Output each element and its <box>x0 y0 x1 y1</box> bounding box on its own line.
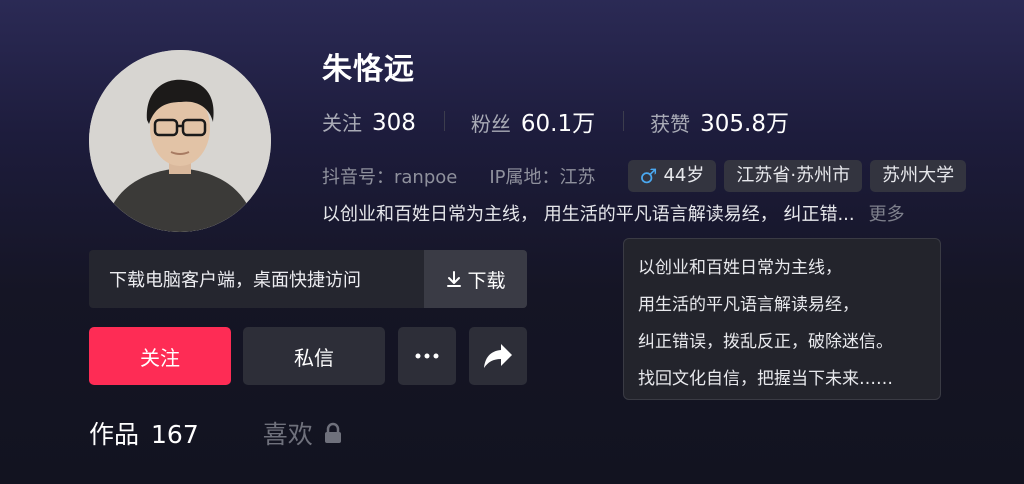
bio-preview-text: 以创业和百姓日常为主线， 用生活的平凡语言解读易经， 纠正错... <box>322 204 855 225</box>
stat-divider <box>623 111 625 131</box>
profile-name: 朱恪远 <box>322 52 415 87</box>
ip-location: IP属地：江苏 <box>489 167 596 188</box>
share-arrow-icon <box>484 344 512 368</box>
location-tag: 江苏省·苏州市 <box>724 160 863 192</box>
tab-likes[interactable]: 喜欢 <box>263 415 343 451</box>
stat-divider <box>443 111 445 131</box>
tab-works-label: 作品 <box>89 420 140 449</box>
age-tag: ♂ 44岁 <box>627 160 717 192</box>
ellipsis-icon <box>415 353 439 359</box>
stat-following[interactable]: 关注 308 <box>322 107 416 136</box>
download-button[interactable]: 下载 <box>424 250 527 308</box>
school-tag: 苏州大学 <box>870 160 967 192</box>
stat-followers-value: 60.1万 <box>520 111 596 137</box>
stat-likes-received: 获赞 305.8万 <box>650 104 789 138</box>
bio-popover-line: 用生活的平凡语言解读易经， <box>638 295 859 315</box>
age-label: 44岁 <box>663 165 705 186</box>
tab-likes-label: 喜欢 <box>262 420 313 449</box>
avatar[interactable] <box>89 50 271 232</box>
douyin-id: 抖音号：ranpoe <box>322 167 458 188</box>
download-banner-text: 下载电脑客户端，桌面快捷访问 <box>109 270 361 291</box>
bio-popover-line: 找回文化自信，把握当下未来…… <box>638 369 893 389</box>
avatar-portrait-image <box>89 50 271 232</box>
bio-popover-line: 纠正错误，拨乱反正，破除迷信。 <box>638 332 893 352</box>
message-button[interactable]: 私信 <box>243 327 385 385</box>
stat-following-value: 308 <box>372 109 416 136</box>
profile-tabs: 作品 167 喜欢 <box>89 416 343 450</box>
more-button[interactable] <box>398 327 456 385</box>
bio-preview: 以创业和百姓日常为主线， 用生活的平凡语言解读易经， 纠正错... 更多 <box>322 200 905 230</box>
tab-works-count: 167 <box>151 420 199 449</box>
download-icon <box>447 271 462 287</box>
stat-likes-label: 获赞 <box>650 112 691 136</box>
lock-icon <box>323 422 343 444</box>
download-label: 下载 <box>467 269 506 292</box>
share-button[interactable] <box>469 327 527 385</box>
bio-popover-line: 以创业和百姓日常为主线， <box>638 258 842 278</box>
tab-works[interactable]: 作品 167 <box>89 415 199 451</box>
bio-popover: 以创业和百姓日常为主线， 用生活的平凡语言解读易经， 纠正错误，拨乱反正，破除迷… <box>623 238 941 400</box>
stat-following-label: 关注 <box>322 110 362 135</box>
bio-more-link[interactable]: 更多 <box>869 204 905 225</box>
follow-button[interactable]: 关注 <box>89 327 231 385</box>
stat-likes-value: 305.8万 <box>700 111 789 137</box>
download-client-banner: 下载电脑客户端，桌面快捷访问 下载 <box>89 250 527 308</box>
profile-meta: 抖音号：ranpoe IP属地：江苏 ♂ 44岁 江苏省·苏州市 苏州大学 <box>322 160 974 192</box>
male-icon: ♂ <box>639 164 658 188</box>
stat-followers[interactable]: 粉丝 60.1万 <box>471 104 595 138</box>
profile-stats: 关注 308 粉丝 60.1万 获赞 305.8万 <box>322 104 789 138</box>
stat-followers-label: 粉丝 <box>470 112 511 136</box>
